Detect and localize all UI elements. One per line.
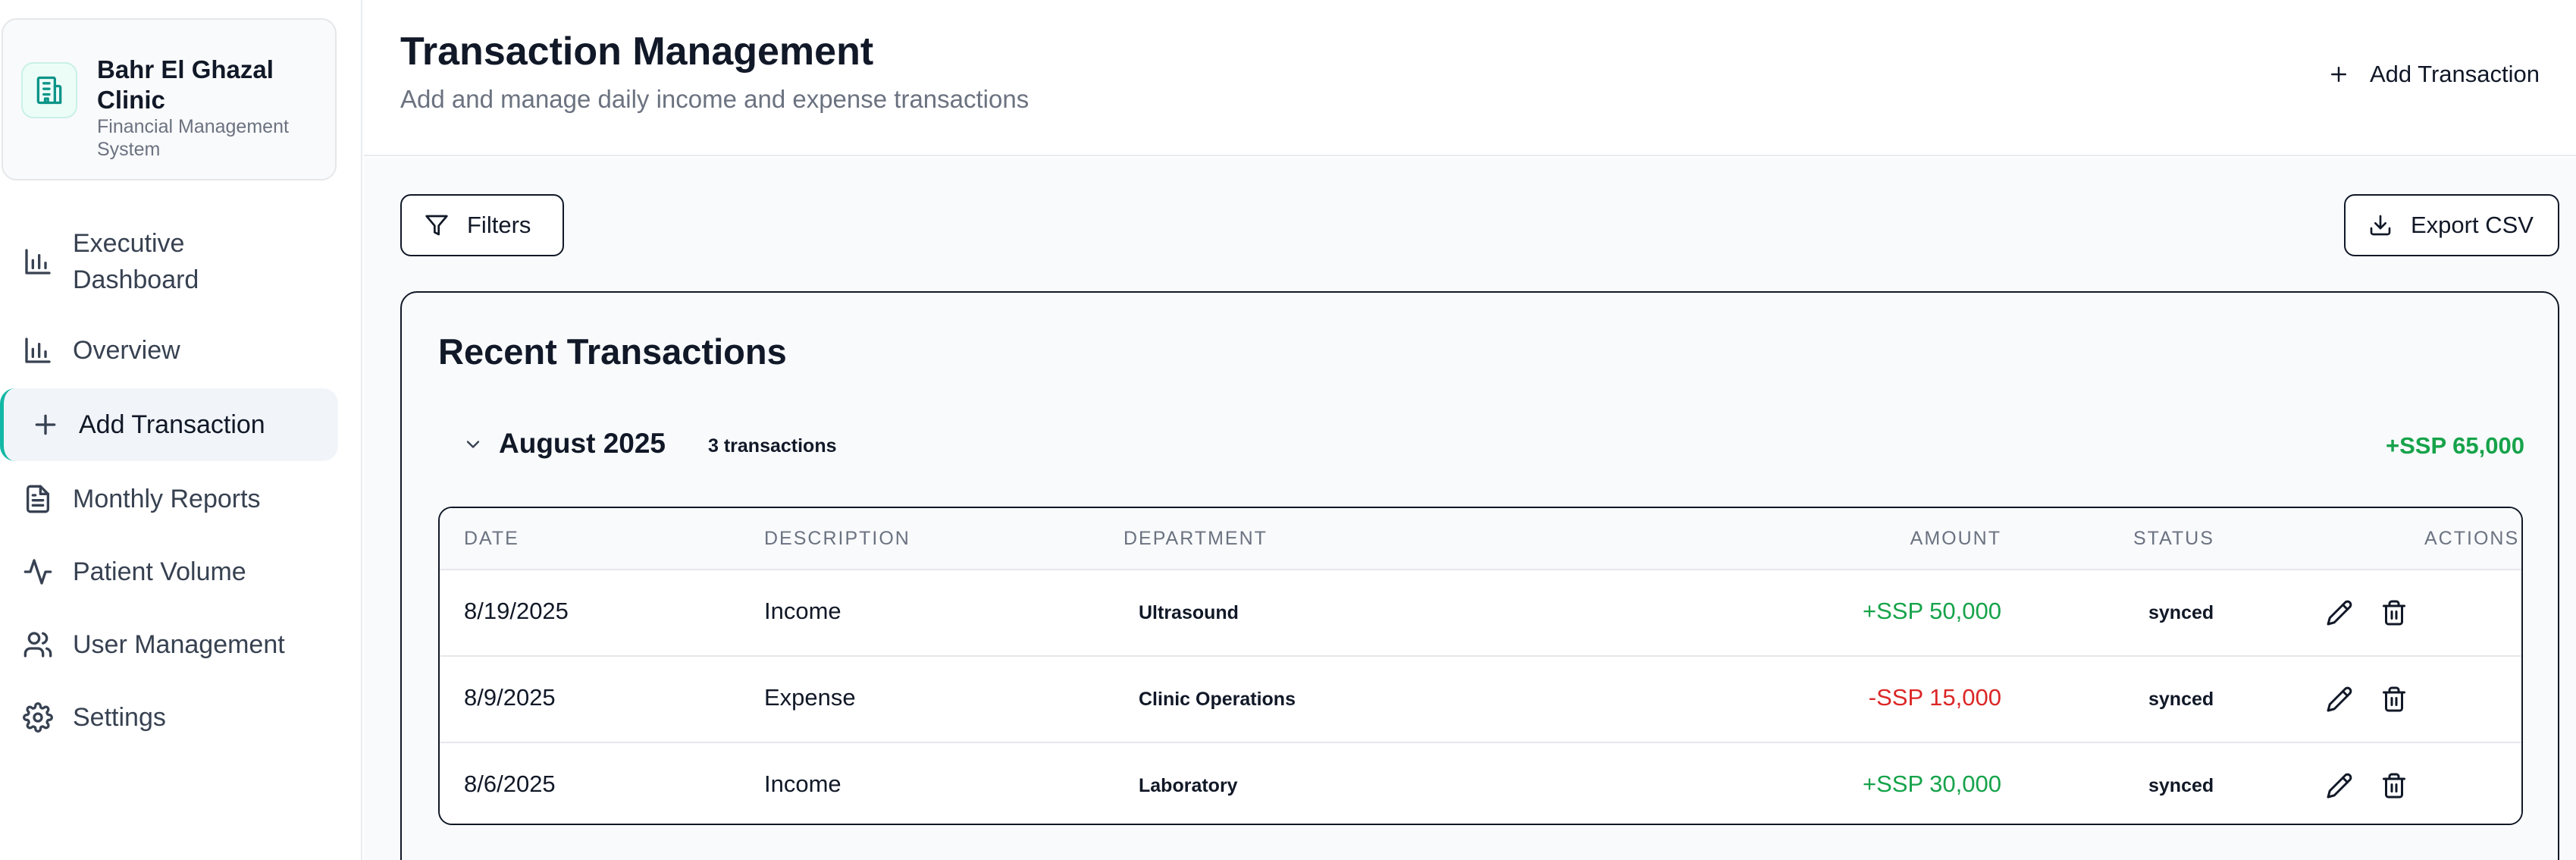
bar-chart-icon — [25, 249, 51, 275]
sidebar-item-executive-dashboard[interactable]: Executive Dashboard — [0, 218, 338, 305]
users-icon — [24, 632, 52, 658]
plus-icon — [2330, 67, 2346, 82]
brand-subtitle: Financial Management System — [97, 116, 289, 160]
cell-status: synced — [2148, 689, 2214, 710]
filter-icon — [425, 215, 448, 236]
column-header-description: DESCRIPTION — [764, 528, 910, 549]
sidebar-item-label: Overview — [73, 336, 180, 365]
add-transaction-label: Add Transaction — [2369, 61, 2540, 87]
activity-icon — [24, 559, 52, 585]
sidebar-item-patient-volume[interactable]: Patient Volume — [0, 538, 338, 605]
page-title: Transaction Management — [400, 30, 874, 74]
cell-date: 8/6/2025 — [464, 771, 556, 797]
sidebar-item-label: Executive Dashboard — [73, 229, 199, 294]
cell-status: synced — [2148, 775, 2214, 796]
transactions-table: DATE DESCRIPTION DEPARTMENT AMOUNT STATU… — [438, 507, 2523, 825]
brand-card: Bahr El Ghazal Clinic Financial Manageme… — [2, 18, 337, 180]
trash-icon[interactable] — [2380, 599, 2408, 626]
edit-icon[interactable] — [2326, 599, 2353, 626]
cell-description: Income — [764, 598, 841, 624]
plus-icon — [35, 414, 56, 435]
gear-icon — [23, 702, 53, 733]
month-group-total: +SSP 65,000 — [2385, 432, 2524, 459]
cell-date: 8/9/2025 — [464, 684, 556, 711]
table-row: 8/6/2025 Income Laboratory +SSP 30,000 s… — [440, 742, 2521, 824]
main-content: Filters Export CSV Recent Transactions A… — [364, 158, 2576, 860]
sidebar-item-label: Patient Volume — [73, 557, 246, 586]
export-csv-button[interactable]: Export CSV — [2344, 194, 2559, 256]
cell-description: Expense — [764, 684, 856, 711]
table-header: DATE DESCRIPTION DEPARTMENT AMOUNT STATU… — [440, 508, 2521, 569]
page-subtitle: Add and manage daily income and expense … — [400, 85, 1029, 113]
card-title: Recent Transactions — [438, 331, 787, 372]
cell-amount: +SSP 50,000 — [1862, 598, 2001, 624]
table-row: 8/9/2025 Expense Clinic Operations -SSP … — [440, 655, 2521, 742]
page-header: Transaction Management Add and manage da… — [364, 0, 2576, 156]
cell-department: Ultrasound — [1139, 602, 1239, 623]
chevron-down-icon[interactable] — [462, 434, 484, 455]
month-group-count: 3 transactions — [708, 435, 837, 457]
cell-department: Clinic Operations — [1139, 689, 1296, 710]
table-row: 8/19/2025 Income Ultrasound +SSP 50,000 … — [440, 569, 2521, 655]
filters-button[interactable]: Filters — [400, 194, 564, 256]
sidebar-item-add-transaction[interactable]: Add Transaction — [0, 388, 338, 461]
edit-icon[interactable] — [2326, 772, 2353, 799]
cell-description: Income — [764, 771, 841, 797]
document-icon — [27, 485, 49, 513]
export-csv-label: Export CSV — [2411, 212, 2534, 238]
sidebar-item-user-management[interactable]: User Management — [0, 611, 338, 678]
column-header-actions: ACTIONS — [2424, 528, 2520, 549]
sidebar: Bahr El Ghazal Clinic Financial Manageme… — [0, 0, 362, 860]
sidebar-item-monthly-reports[interactable]: Monthly Reports — [0, 466, 338, 532]
brand-divider — [97, 179, 320, 180]
column-header-amount: AMOUNT — [1910, 528, 2001, 549]
trash-icon[interactable] — [2380, 686, 2408, 713]
column-header-department: DEPARTMENT — [1123, 528, 1268, 549]
download-icon — [2370, 215, 2391, 236]
cell-department: Laboratory — [1139, 775, 1238, 796]
hospital-icon — [21, 62, 77, 118]
brand-name: Bahr El Ghazal Clinic — [97, 55, 274, 114]
sidebar-item-label: Monthly Reports — [73, 485, 261, 513]
sidebar-item-label: User Management — [73, 630, 285, 659]
cell-amount: -SSP 15,000 — [1868, 684, 2001, 711]
sidebar-item-settings[interactable]: Settings — [0, 684, 338, 751]
sidebar-item-overview[interactable]: Overview — [0, 317, 338, 384]
edit-icon[interactable] — [2326, 686, 2353, 713]
cell-status: synced — [2148, 602, 2214, 623]
month-group-header[interactable]: August 2025 3 transactions +SSP 65,000 — [438, 422, 2524, 467]
cell-date: 8/19/2025 — [464, 598, 569, 624]
bar-chart-icon — [25, 337, 51, 363]
column-header-status: STATUS — [2133, 528, 2214, 549]
month-group-title: August 2025 — [499, 428, 666, 459]
sidebar-item-label: Add Transaction — [79, 410, 265, 439]
column-header-date: DATE — [464, 528, 519, 549]
recent-transactions-card: Recent Transactions August 2025 3 transa… — [400, 291, 2559, 860]
cell-amount: +SSP 30,000 — [1862, 771, 2001, 797]
filters-label: Filters — [467, 212, 531, 238]
trash-icon[interactable] — [2380, 772, 2408, 799]
add-transaction-button[interactable]: Add Transaction — [2327, 55, 2540, 94]
sidebar-item-label: Settings — [73, 703, 166, 732]
